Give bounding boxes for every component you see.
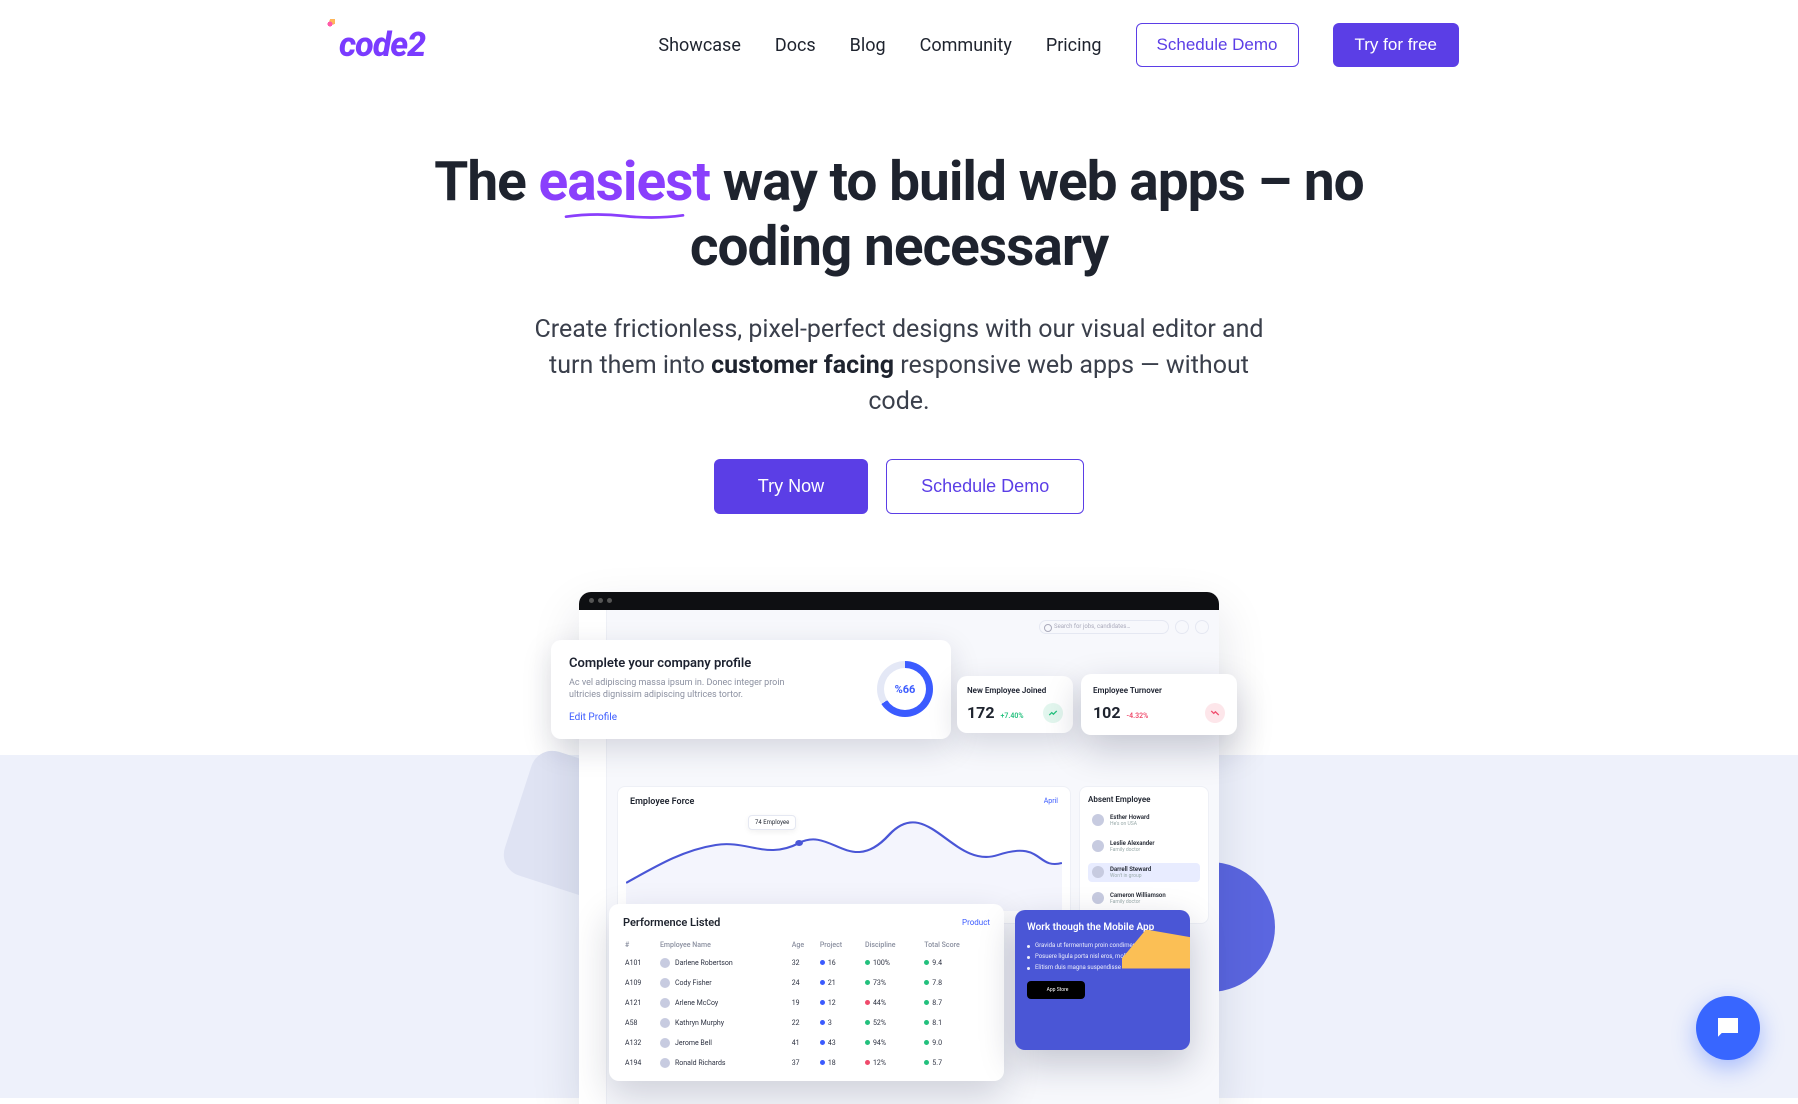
mobile-app-card: Work though the Mobile App Gravida ut fe… [1015, 910, 1190, 1050]
absent-name: Esther Howard [1110, 814, 1150, 821]
table-row[interactable]: A109Cody Fisher242173%7.8 [623, 973, 990, 993]
hero: The easiest way to build web apps – no c… [419, 150, 1379, 514]
hero-h1-pre: The [434, 150, 538, 214]
nav-link-community[interactable]: Community [920, 35, 1012, 56]
profile-desc: Ac vel adipiscing massa ipsum in. Donec … [569, 677, 799, 702]
chart-title: Employee Force [630, 797, 1058, 807]
hero-heading: The easiest way to build web apps – no c… [419, 150, 1379, 280]
product-mock: Search for jobs, candidates… Requests [579, 592, 1219, 1104]
chart-month[interactable]: April [1044, 797, 1058, 805]
chat-widget-button[interactable] [1696, 996, 1760, 1060]
th: Project [818, 937, 863, 953]
avatar-icon [660, 1058, 670, 1068]
hero-sub: Create frictionless, pixel-perfect desig… [519, 312, 1279, 421]
th: Discipline [863, 937, 922, 953]
profile-card: Complete your company profile Ac vel adi… [551, 640, 951, 739]
avatar-icon [660, 1038, 670, 1048]
avatar-icon [1092, 892, 1104, 904]
avatar-icon [660, 1018, 670, 1028]
th: Age [790, 937, 818, 953]
hero-cta-row: Try Now Schedule Demo [419, 459, 1379, 514]
absent-row[interactable]: Darrell StewardWon't in group [1088, 863, 1200, 882]
absent-title: Absent Employee [1088, 795, 1200, 804]
avatar-icon [1092, 814, 1104, 826]
absent-name: Cameron Williamson [1110, 892, 1166, 899]
table-title: Performence Listed [623, 916, 720, 929]
table-row[interactable]: A101Darlene Robertson3216100%9.4 [623, 953, 990, 973]
new-employee-card: New Employee Joined 172 +7.40% [957, 676, 1073, 733]
schedule-demo-button[interactable]: Schedule Demo [1136, 23, 1299, 67]
turnover-delta: -4.32% [1127, 712, 1149, 720]
absent-sub: He's on USA [1110, 821, 1150, 827]
absent-sub: Family doctor [1110, 899, 1166, 905]
window-bar [579, 592, 1219, 610]
absent-sub: Won't in group [1110, 873, 1151, 879]
new-emp-title: New Employee Joined [967, 686, 1063, 695]
nav-link-docs[interactable]: Docs [775, 35, 816, 56]
schedule-demo-cta[interactable]: Schedule Demo [886, 459, 1084, 514]
hero-sub-bold: customer facing [711, 351, 894, 380]
table-row[interactable]: A121Arlene McCoy191244%8.7 [623, 993, 990, 1013]
th: # [623, 937, 658, 953]
table-filter[interactable]: Product [962, 918, 990, 927]
window-dot [607, 598, 612, 603]
trend-up-icon [1043, 703, 1063, 723]
table-row[interactable]: A194Ronald Richards371812%5.7 [623, 1053, 990, 1073]
logo[interactable]: code2 [339, 25, 425, 65]
th: Total Score [922, 937, 990, 953]
try-free-button[interactable]: Try for free [1333, 23, 1460, 67]
progress-ring: %66 [877, 661, 933, 717]
profile-title: Complete your company profile [569, 656, 799, 671]
chat-icon [1713, 1013, 1743, 1043]
th: Employee Name [658, 937, 790, 953]
absent-employee-panel: Absent Employee Esther HowardHe's on USA… [1079, 786, 1209, 924]
nav-link-showcase[interactable]: Showcase [658, 35, 740, 56]
table-row[interactable]: A132Jerome Bell414394%9.0 [623, 1033, 990, 1053]
absent-name: Darrell Steward [1110, 866, 1151, 873]
absent-row[interactable]: Cameron WilliamsonFamily doctor [1088, 889, 1200, 908]
turnover-title: Employee Turnover [1093, 686, 1225, 695]
window-dot [598, 598, 603, 603]
search-input[interactable]: Search for jobs, candidates… [1039, 620, 1169, 634]
turnover-card: Employee Turnover 102 -4.32% [1081, 674, 1237, 735]
new-emp-delta: +7.40% [1001, 712, 1024, 720]
performance-table-card: Performence Listed Product # Employee Na… [609, 904, 1004, 1081]
nav-right: Showcase Docs Blog Community Pricing Sch… [658, 23, 1459, 67]
progress-value: %66 [884, 668, 926, 710]
performance-table: # Employee Name Age Project Discipline T… [623, 937, 990, 1073]
avatar-icon [660, 978, 670, 988]
bell-icon[interactable] [1175, 620, 1189, 634]
absent-name: Leslie Alexander [1110, 840, 1155, 847]
nav-link-pricing[interactable]: Pricing [1046, 35, 1102, 56]
app-store-badge[interactable]: App Store [1027, 981, 1085, 999]
store-label: App Store [1047, 987, 1069, 993]
nav-link-blog[interactable]: Blog [850, 35, 886, 56]
trend-down-icon [1205, 703, 1225, 723]
avatar-icon [660, 958, 670, 968]
new-emp-value: 172 [967, 703, 995, 722]
window-dot [589, 598, 594, 603]
avatar-icon [1092, 840, 1104, 852]
top-nav: code2 Showcase Docs Blog Community Prici… [329, 0, 1469, 90]
hero-sub-post: responsive web apps — without code. [868, 351, 1249, 416]
table-row[interactable]: A58Kathryn Murphy22352%8.1 [623, 1013, 990, 1033]
try-now-button[interactable]: Try Now [714, 459, 868, 514]
absent-row[interactable]: Leslie AlexanderFamily doctor [1088, 837, 1200, 856]
turnover-value: 102 [1093, 703, 1121, 722]
edit-profile-link[interactable]: Edit Profile [569, 712, 799, 723]
hero-h1-post: way to build web apps – no coding necess… [690, 150, 1364, 279]
employee-force-chart: Employee Force April 74 Employee [617, 786, 1071, 924]
absent-sub: Family doctor [1110, 847, 1155, 853]
avatar-icon[interactable] [1195, 620, 1209, 634]
avatar-icon [660, 998, 670, 1008]
absent-row[interactable]: Esther HowardHe's on USA [1088, 811, 1200, 830]
avatar-icon [1092, 866, 1104, 878]
mock-topbar: Search for jobs, candidates… [617, 620, 1209, 634]
hero-h1-highlight: easiest [539, 150, 711, 214]
